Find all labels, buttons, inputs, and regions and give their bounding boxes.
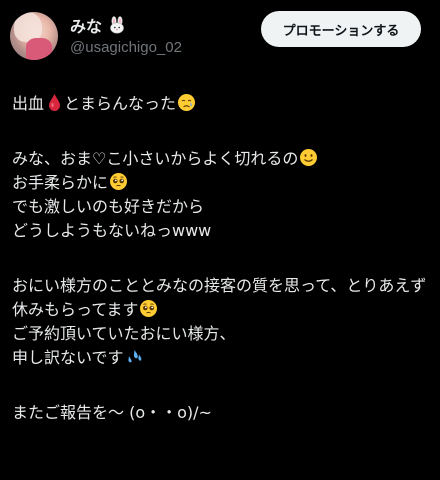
post-text: 出血	[12, 94, 45, 113]
post-line: みな、おま♡こ小さいからよく切れるの	[12, 147, 432, 171]
post-line: おにい様方のこととみなの接客の質を思って、とりあえず休みもらってます	[12, 274, 432, 322]
user-handle[interactable]: @usagichigo_02	[70, 39, 182, 56]
post-line: どうしようもないねっwww	[12, 221, 212, 240]
drop-of-blood-icon	[45, 93, 64, 112]
post-text: 申し訳ないです	[12, 348, 124, 367]
post-line: ご予約頂いていたおにい様方、	[12, 324, 236, 343]
slightly-smiling-face-icon	[299, 148, 318, 167]
rabbit-icon	[108, 16, 126, 34]
avatar[interactable]	[10, 12, 58, 60]
promote-button[interactable]: プロモーションする	[261, 11, 421, 47]
avatar-cloth	[26, 38, 52, 60]
pleading-face-icon	[109, 172, 128, 191]
post-text: お手柔らかに	[12, 173, 109, 192]
post-line: 申し訳ないです	[12, 346, 432, 370]
name-row: みな	[70, 14, 126, 36]
post-line: またご報告を〜 (o・・o)/~	[12, 403, 212, 422]
post-line: 出血 とまらんなった	[12, 92, 432, 116]
post-line: でも激しいのも好きだから	[12, 197, 205, 216]
post-text: とまらんなった	[64, 94, 177, 113]
post-header: みな @usagichigo_02 プロモーションする	[0, 0, 440, 70]
post-line: お手柔らかに	[12, 171, 432, 195]
post-text: おにい様方のこととみなの接客の質を思って、とりあえず休みもらってます	[12, 276, 427, 319]
post-text: みな、おま♡こ小さいからよく切れるの	[12, 149, 299, 168]
crying-face-icon	[177, 93, 196, 112]
display-name[interactable]: みな	[70, 13, 102, 37]
post-body: 出血 とまらんなった みな、おま♡こ小さいからよく切れるの お手柔らかに でも激し…	[12, 92, 432, 425]
pleading-face-icon	[139, 299, 158, 318]
sweat-droplets-icon	[125, 347, 144, 366]
